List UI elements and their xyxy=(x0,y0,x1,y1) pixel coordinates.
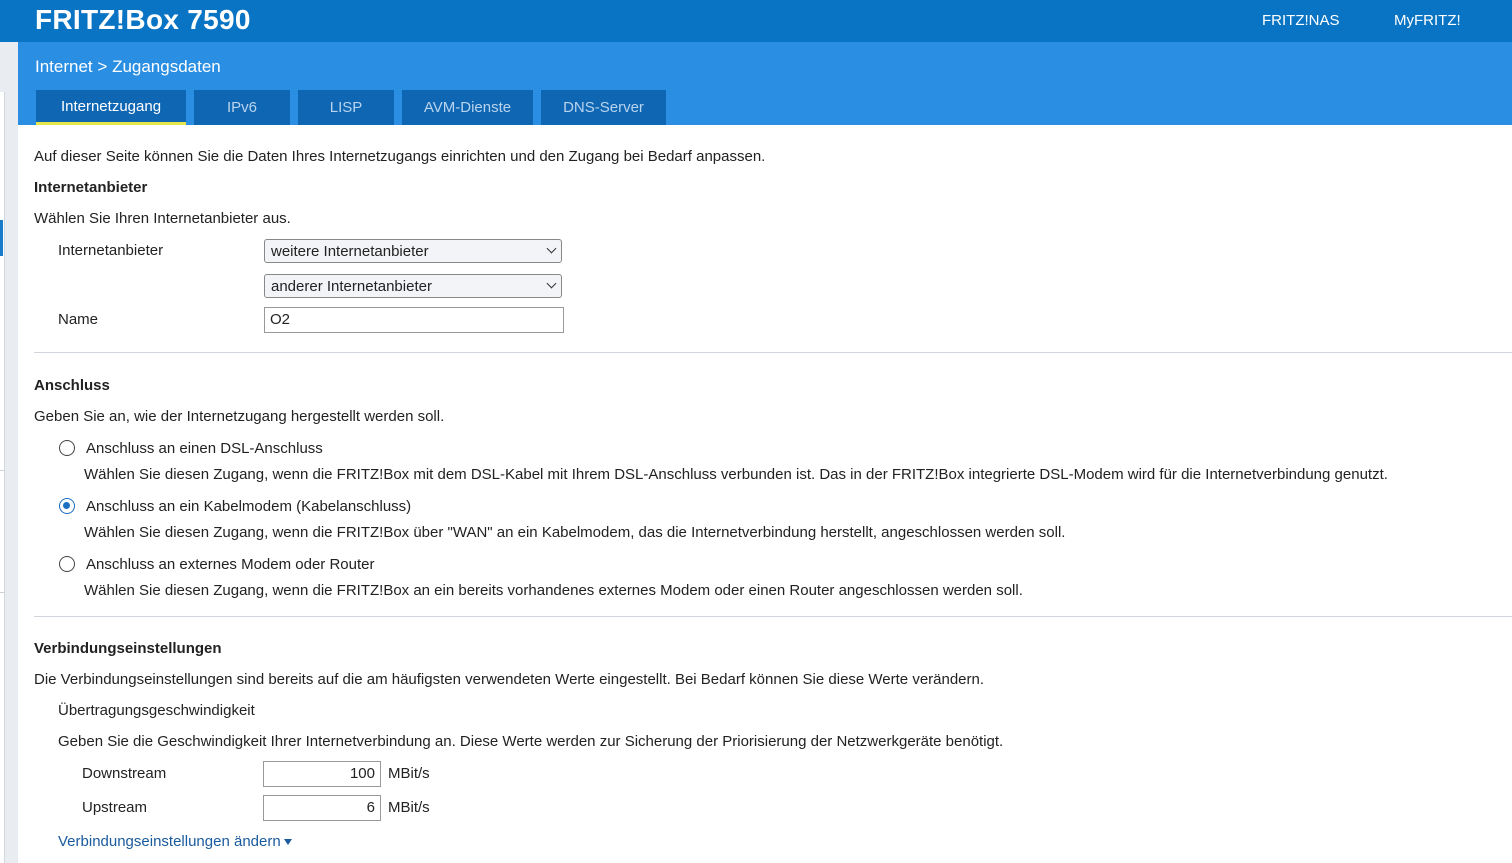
settings-heading: Verbindungseinstellungen xyxy=(34,640,222,657)
sidebar-divider xyxy=(0,470,4,471)
name-input-value: O2 xyxy=(270,311,291,328)
caret-down-icon xyxy=(283,839,292,846)
name-label: Name xyxy=(58,311,99,328)
speed-heading: Übertragungsgeschwindigkeit xyxy=(58,702,255,719)
provider-select[interactable]: anderer Internetanbieter xyxy=(264,274,562,298)
myfritz-link[interactable]: MyFRITZ! xyxy=(1394,12,1461,29)
chevron-down-icon xyxy=(546,278,557,289)
downstream-input[interactable]: 100 xyxy=(263,761,381,787)
upstream-unit: MBit/s xyxy=(388,799,430,816)
tab-internetzugang[interactable]: Internetzugang xyxy=(36,90,186,125)
radio-external-modem-label[interactable]: Anschluss an externes Modem oder Router xyxy=(86,556,374,573)
tab-avm-dienste[interactable]: AVM-Dienste xyxy=(402,90,533,125)
upstream-input[interactable]: 6 xyxy=(263,795,381,821)
brand-title[interactable]: FRITZ!Box 7590 xyxy=(35,4,251,36)
provider-description: Wählen Sie Ihren Internetanbieter aus. xyxy=(34,210,291,227)
change-settings-link[interactable]: Verbindungseinstellungen ändern xyxy=(58,833,292,850)
sidebar-active-indicator xyxy=(0,220,3,256)
radio-cable-modem-hint: Wählen Sie diesen Zugang, wenn die FRITZ… xyxy=(84,524,1066,541)
downstream-label: Downstream xyxy=(82,765,167,782)
radio-dsl-hint: Wählen Sie diesen Zugang, wenn die FRITZ… xyxy=(84,466,1388,483)
speed-description: Geben Sie die Geschwindigkeit Ihrer Inte… xyxy=(58,733,1004,750)
breadcrumb-current: Zugangsdaten xyxy=(112,57,221,76)
provider-heading: Internetanbieter xyxy=(34,179,148,196)
top-bar: FRITZ!Box 7590 FRITZ!NAS MyFRITZ! xyxy=(0,0,1512,42)
tab-dns-server[interactable]: DNS-Server xyxy=(541,90,666,125)
breadcrumb: Internet > Zugangsdaten xyxy=(35,57,221,77)
provider-group-value: weitere Internetanbieter xyxy=(271,243,429,260)
radio-dsl-label[interactable]: Anschluss an einen DSL-Anschluss xyxy=(86,440,323,457)
upstream-value: 6 xyxy=(366,799,375,816)
intro-text: Auf dieser Seite können Sie die Daten Ih… xyxy=(34,148,766,165)
provider-group-select[interactable]: weitere Internetanbieter xyxy=(264,239,562,263)
sidebar-divider xyxy=(0,592,4,593)
provider-label: Internetanbieter xyxy=(58,242,164,259)
downstream-value: 100 xyxy=(349,765,375,782)
radio-cable-modem[interactable] xyxy=(59,498,75,514)
radio-cable-modem-label[interactable]: Anschluss an ein Kabelmodem (Kabelanschl… xyxy=(86,498,411,515)
breadcrumb-parent[interactable]: Internet xyxy=(35,57,93,76)
connection-heading: Anschluss xyxy=(34,377,110,394)
collapsed-sidebar[interactable] xyxy=(0,92,5,863)
tab-ipv6[interactable]: IPv6 xyxy=(194,90,290,125)
upstream-label: Upstream xyxy=(82,799,148,816)
section-divider xyxy=(34,616,1512,617)
chevron-down-icon xyxy=(546,243,557,254)
settings-description: Die Verbindungseinstellungen sind bereit… xyxy=(34,671,985,688)
radio-external-modem-hint: Wählen Sie diesen Zugang, wenn die FRITZ… xyxy=(84,582,1023,599)
connection-description: Geben Sie an, wie der Internetzugang her… xyxy=(34,408,445,425)
change-settings-label: Verbindungseinstellungen ändern xyxy=(58,833,281,850)
radio-external-modem[interactable] xyxy=(59,556,75,572)
fritz-nas-link[interactable]: FRITZ!NAS xyxy=(1262,12,1340,29)
downstream-unit: MBit/s xyxy=(388,765,430,782)
name-input[interactable]: O2 xyxy=(264,307,564,333)
radio-dsl[interactable] xyxy=(59,440,75,456)
sub-header: Internet > Zugangsdaten Internetzugang I… xyxy=(18,42,1512,125)
tab-lisp[interactable]: LISP xyxy=(298,90,394,125)
tab-bar: Internetzugang IPv6 LISP AVM-Dienste DNS… xyxy=(36,90,666,125)
provider-value: anderer Internetanbieter xyxy=(271,278,432,295)
breadcrumb-separator-icon: > xyxy=(97,57,108,76)
section-divider xyxy=(34,352,1512,353)
